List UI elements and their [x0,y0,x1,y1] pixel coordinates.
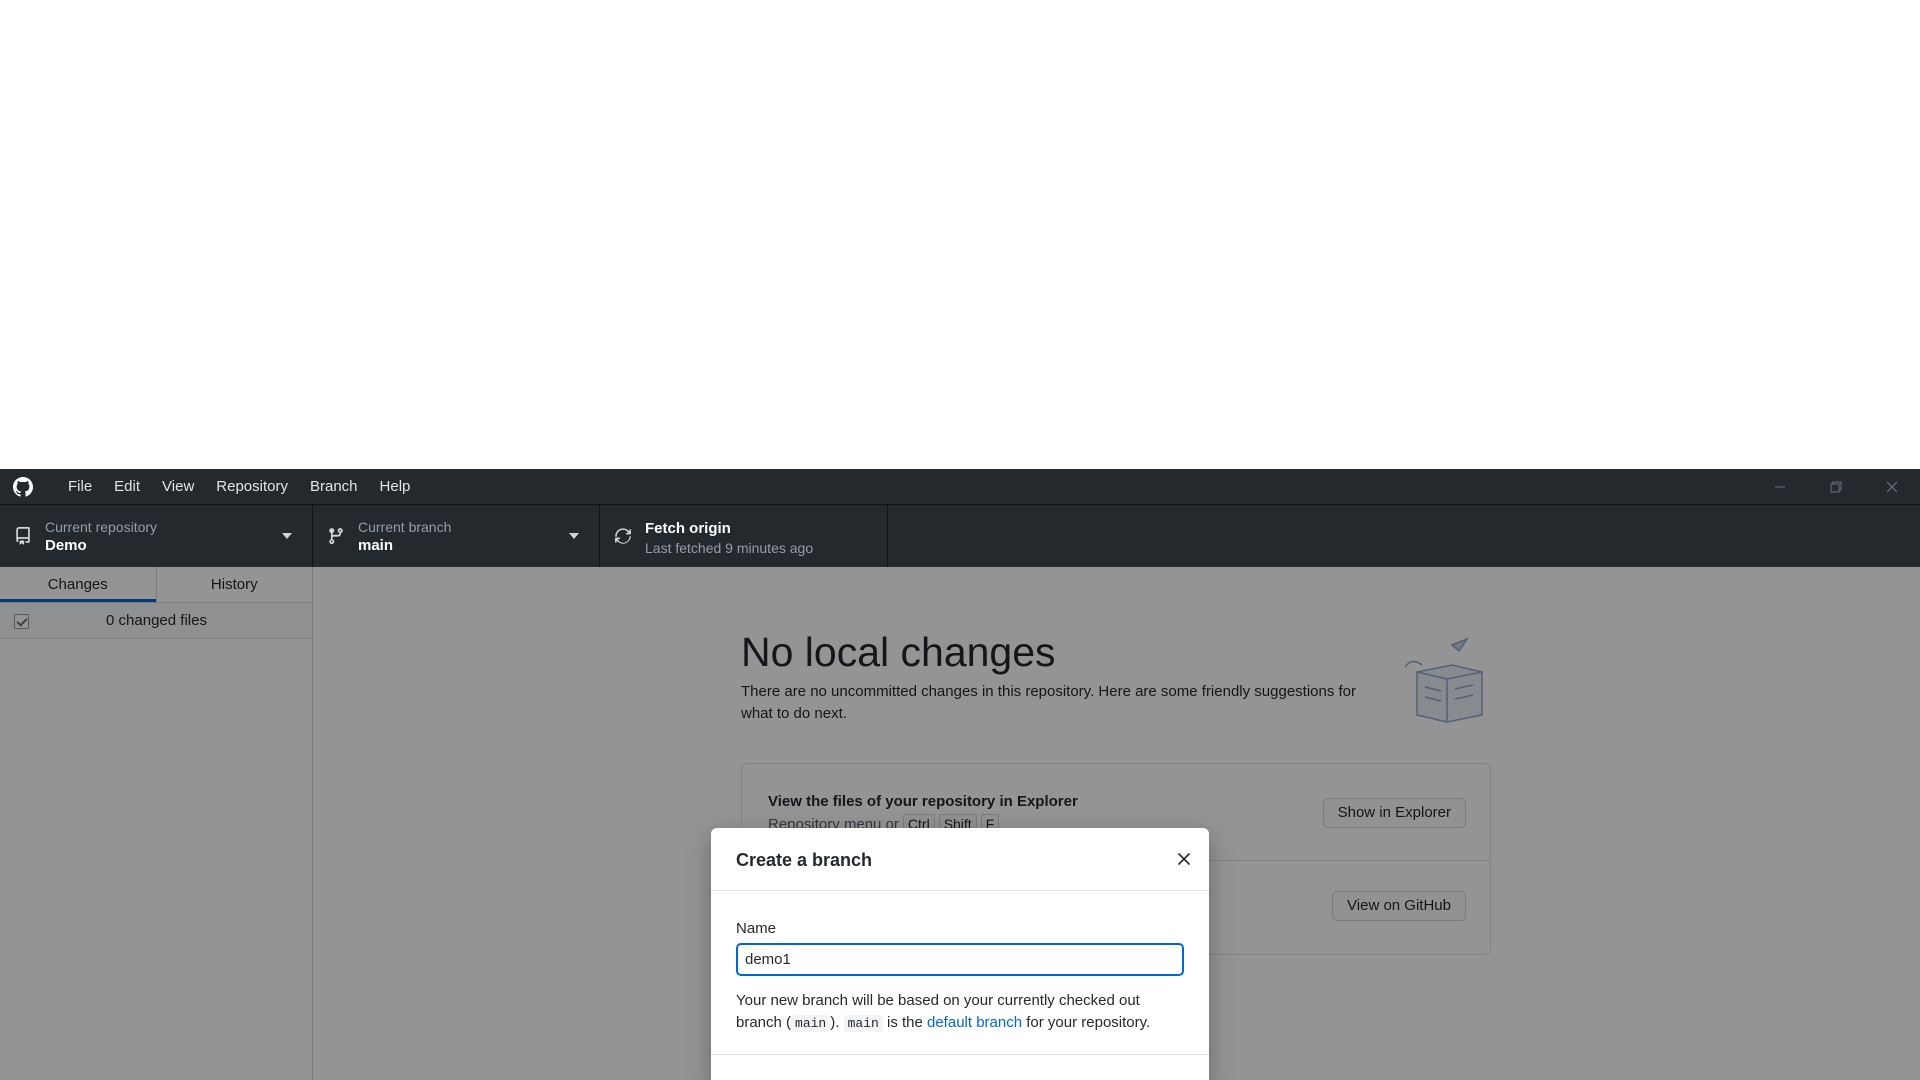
toolbar: Current repository Demo Current branch m… [0,504,1920,568]
current-branch-button[interactable]: Current branch main [313,505,600,568]
caret-down-icon [282,533,292,539]
branch-name: main [358,537,394,554]
menu-file[interactable]: File [57,469,103,504]
name-field-label: Name [736,920,777,937]
restore-button[interactable] [1808,469,1864,504]
minimize-icon [1775,486,1785,487]
desc-text: is the [882,1014,927,1031]
caret-down-icon [569,533,579,539]
menu-repository[interactable]: Repository [205,469,299,504]
github-logo-icon [13,476,33,497]
fetch-title: Fetch origin [645,520,731,537]
divider [711,1054,1209,1055]
menu-help[interactable]: Help [369,469,422,504]
desc-text: ). [830,1014,844,1031]
branch-icon [329,528,343,545]
repo-name: Demo [45,537,87,554]
restore-icon [1830,481,1842,492]
sync-icon [615,528,631,544]
code-main: main [791,1015,831,1032]
close-icon[interactable] [1173,848,1195,870]
branch-label: Current branch [358,519,452,535]
menu-branch[interactable]: Branch [299,469,369,504]
window-close-button[interactable] [1864,469,1920,504]
menu-edit[interactable]: Edit [103,469,151,504]
default-branch-link[interactable]: default branch [927,1014,1022,1031]
github-desktop-window: File Edit View Repository Branch Help Cu… [0,469,1920,1080]
dialog-title: Create a branch [736,850,873,870]
repo-icon [16,527,30,545]
dialog-header: Create a branch [711,828,1209,891]
dialog-description: Your new branch will be based on your cu… [736,990,1186,1035]
repo-label: Current repository [45,519,158,535]
minimize-button[interactable] [1752,469,1808,504]
fetch-origin-button[interactable]: Fetch origin Last fetched 9 minutes ago [600,505,888,568]
menu-view[interactable]: View [151,469,205,504]
current-repository-button[interactable]: Current repository Demo [0,505,313,568]
create-branch-dialog: Create a branch Name Your new branch wil… [711,828,1209,1080]
fetch-subtitle: Last fetched 9 minutes ago [645,540,814,556]
branch-name-input[interactable] [736,943,1184,976]
window-close-icon [1886,481,1898,492]
code-main: main [843,1015,883,1032]
title-bar: File Edit View Repository Branch Help [0,469,1920,504]
desc-text: for your repository. [1022,1014,1151,1031]
